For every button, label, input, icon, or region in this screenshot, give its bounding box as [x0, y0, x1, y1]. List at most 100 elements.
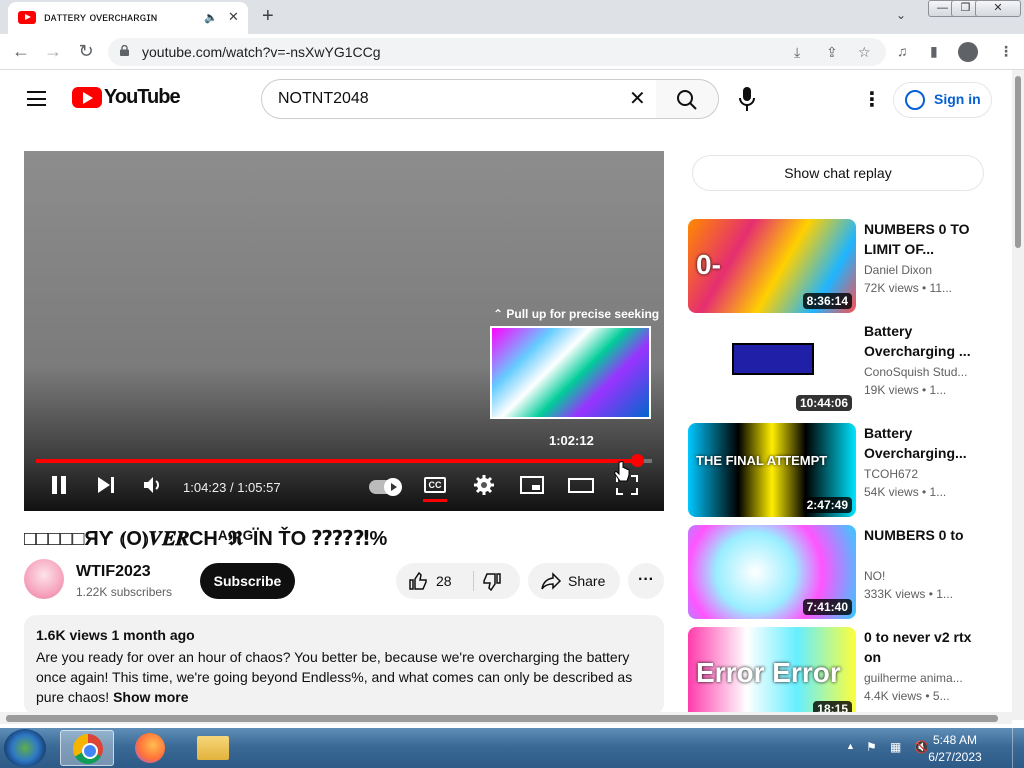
- vertical-scrollbar[interactable]: [1012, 70, 1024, 720]
- taskbar-explorer-button[interactable]: [186, 730, 240, 766]
- close-window-button[interactable]: ✕: [975, 0, 1021, 17]
- youtube-logo-icon[interactable]: [72, 87, 102, 108]
- recommendation-views: 4.4K views • 5...: [864, 689, 950, 703]
- show-desktop-button[interactable]: [1012, 728, 1024, 768]
- recommendation-card[interactable]: THE FINAL ATTEMPT 2:47:49 Battery Overchar…: [688, 423, 988, 517]
- miniplayer-icon[interactable]: [520, 475, 544, 495]
- install-app-icon[interactable]: ⤓: [794, 44, 800, 61]
- share-icon: [541, 572, 562, 590]
- settings-more-icon[interactable]: ⋮: [862, 87, 882, 112]
- thumbnail-overlay-text: 0-: [696, 249, 721, 280]
- seek-preview-thumbnail: [490, 326, 651, 419]
- horizontal-scroll-thumb[interactable]: [6, 715, 998, 722]
- recommendation-views: 72K views • 11...: [864, 281, 953, 295]
- theater-mode-icon[interactable]: [568, 475, 594, 495]
- volume-icon[interactable]: [142, 475, 164, 495]
- taskbar-firefox-button[interactable]: [123, 730, 177, 766]
- autoplay-toggle[interactable]: [369, 478, 402, 496]
- new-tab-button[interactable]: +: [262, 6, 274, 26]
- recommendation-channel[interactable]: NO!: [864, 569, 974, 583]
- seek-preview-time: 1:02:12: [549, 433, 594, 448]
- recommendation-channel[interactable]: Daniel Dixon: [864, 263, 974, 277]
- tab-search-icon[interactable]: ⌄: [896, 8, 906, 22]
- subtitles-active-indicator: [423, 499, 447, 502]
- video-player[interactable]: ⌃ Pull up for precise seeking 1:02:12 1:…: [24, 151, 664, 511]
- show-more-link[interactable]: Show more: [113, 689, 188, 705]
- recommendation-thumbnail[interactable]: 7:41:40: [688, 525, 856, 619]
- horizontal-scrollbar[interactable]: [0, 712, 1012, 724]
- video-title: □□□□□ЯƳ ⦅O⦆𝑽𝑬𝑹CHᴬ𝕽ᴳÏN ŤO ⁇⁇⁈%: [24, 528, 388, 550]
- clear-search-icon[interactable]: ✕: [629, 86, 646, 111]
- show-hidden-icons-icon[interactable]: ▲: [846, 741, 855, 751]
- recommendation-title[interactable]: Battery Overcharging ...: [864, 321, 974, 361]
- action-center-icon[interactable]: ⚑: [866, 740, 877, 754]
- bookmark-star-icon[interactable]: ☆: [858, 44, 871, 61]
- folder-icon: [197, 736, 229, 760]
- subscribe-button[interactable]: Subscribe: [200, 563, 295, 599]
- network-icon[interactable]: ▦: [890, 740, 901, 754]
- microphone-icon[interactable]: [738, 86, 756, 112]
- recommendation-thumbnail[interactable]: 10:44:06: [688, 321, 856, 415]
- clock-time[interactable]: 5:48 AM: [920, 733, 990, 747]
- sign-in-button[interactable]: Sign in: [893, 82, 992, 118]
- next-video-icon[interactable]: [96, 475, 116, 495]
- video-duration-badge: 7:41:40: [802, 599, 852, 615]
- search-button[interactable]: [656, 79, 719, 119]
- start-button-icon[interactable]: [4, 729, 46, 767]
- share-page-icon[interactable]: ⇪: [826, 44, 838, 61]
- recommendation-thumbnail[interactable]: 0- 8:36:14: [688, 219, 856, 313]
- time-display: 1:04:23 / 1:05:57: [183, 480, 281, 495]
- browser-tab[interactable]: ᴅᴀᴛᴛᴇʀʏ ᴏᴠᴇʀᴄʜᴀʀɢɪɴ 🔈 ✕: [8, 2, 248, 34]
- vertical-scroll-thumb[interactable]: [1015, 76, 1021, 248]
- like-divider: [473, 571, 474, 591]
- recommendation-title[interactable]: NUMBERS 0 TO LIMIT OF...: [864, 219, 974, 259]
- forward-button[interactable]: →: [42, 41, 64, 61]
- settings-gear-icon[interactable]: [474, 475, 494, 495]
- browser-menu-icon[interactable]: ⋮: [999, 43, 1013, 60]
- recommendation-title[interactable]: NUMBERS 0 to: [864, 525, 974, 545]
- subtitles-button[interactable]: CC: [424, 477, 446, 493]
- profile-avatar-icon[interactable]: [958, 42, 978, 62]
- url-text: youtube.com/watch?v=-nsXwYG1CCg: [142, 44, 381, 60]
- recommendation-channel[interactable]: ConoSquish Stud...: [864, 365, 974, 379]
- media-controls-icon[interactable]: ♫: [897, 43, 908, 59]
- side-panel-icon[interactable]: ▮: [930, 43, 938, 60]
- lock-icon[interactable]: [120, 45, 129, 56]
- share-button[interactable]: Share: [528, 563, 620, 599]
- recommendation-thumbnail[interactable]: THE FINAL ATTEMPT 2:47:49: [688, 423, 856, 517]
- back-button[interactable]: ←: [10, 41, 32, 61]
- thumbs-up-icon[interactable]: [408, 571, 428, 591]
- progress-bar[interactable]: [36, 454, 652, 467]
- recommendation-card[interactable]: 0- 8:36:14 NUMBERS 0 TO LIMIT OF... Daniel …: [688, 219, 988, 313]
- speaker-icon[interactable]: 🔈: [204, 11, 218, 24]
- recommendation-thumbnail[interactable]: Error Error 18:15: [688, 627, 856, 721]
- more-actions-icon[interactable]: ···: [628, 563, 664, 599]
- taskbar-chrome-button[interactable]: [60, 730, 114, 766]
- account-icon: [905, 90, 925, 110]
- thumbnail-overlay-text: Error Error: [696, 657, 841, 688]
- address-bar[interactable]: youtube.com/watch?v=-nsXwYG1CCg ⤓ ⇪ ☆: [108, 38, 886, 66]
- share-label: Share: [568, 573, 606, 589]
- search-input[interactable]: NOTNT2048 ✕: [261, 79, 657, 119]
- reload-button[interactable]: ↻: [75, 41, 97, 61]
- thumbs-down-icon[interactable]: [482, 572, 502, 592]
- recommendation-title[interactable]: 0 to never v2 rtx on: [864, 627, 974, 667]
- youtube-wordmark[interactable]: YouTube: [104, 86, 181, 109]
- recommendation-channel[interactable]: TCOH672: [864, 467, 974, 481]
- recommendation-card[interactable]: 7:41:40 NUMBERS 0 to NO! 333K views • 1...: [688, 525, 988, 619]
- scrubber-handle[interactable]: [631, 454, 645, 467]
- description-box[interactable]: 1.6K views 1 month ago Are you ready for…: [24, 615, 664, 715]
- hamburger-menu-icon[interactable]: [27, 91, 46, 106]
- recommendation-card[interactable]: 10:44:06 Battery Overcharging ... ConoSqui…: [688, 321, 988, 415]
- pause-icon[interactable]: [50, 475, 68, 495]
- recommendation-channel[interactable]: guilherme anima...: [864, 671, 974, 685]
- recommendation-card[interactable]: Error Error 18:15 0 to never v2 rtx on guil…: [688, 627, 988, 721]
- show-chat-replay-button[interactable]: Show chat replay: [692, 155, 984, 191]
- video-duration-badge: 2:47:49: [802, 497, 852, 513]
- channel-name[interactable]: WTIF2023: [76, 563, 151, 581]
- close-tab-icon[interactable]: ✕: [228, 9, 239, 25]
- clock-date[interactable]: 6/27/2023: [920, 750, 990, 764]
- recommendation-title[interactable]: Battery Overcharging...: [864, 423, 974, 463]
- youtube-header: YouTube NOTNT2048 ✕ ⋮ Sign in: [0, 70, 1012, 128]
- channel-avatar[interactable]: [24, 559, 64, 599]
